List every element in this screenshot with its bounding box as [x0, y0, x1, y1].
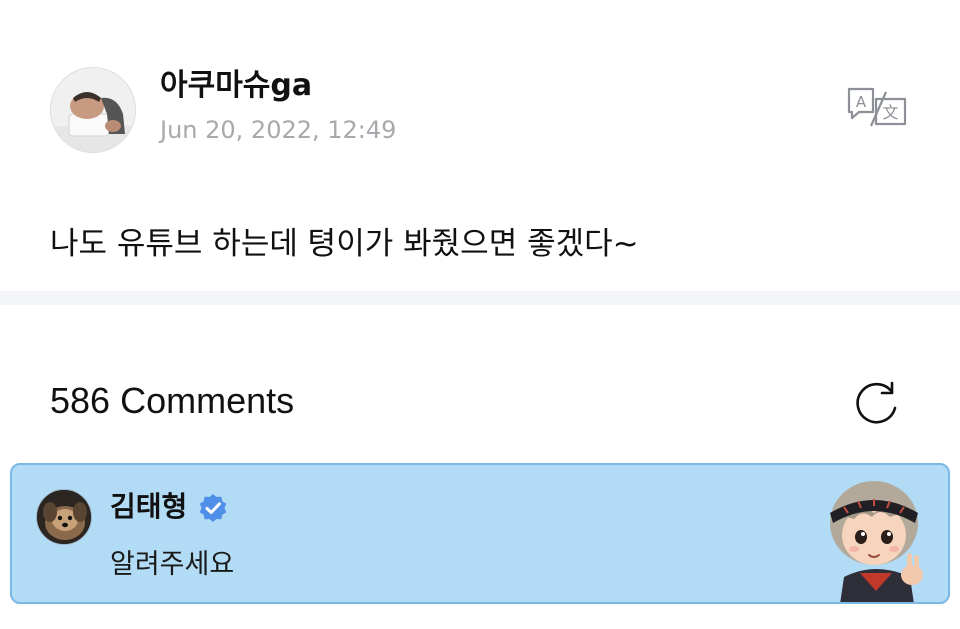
- comments-count: 586 Comments: [50, 380, 295, 421]
- refresh-button[interactable]: [852, 378, 902, 428]
- refresh-icon: [856, 381, 897, 424]
- svg-text:A: A: [856, 93, 867, 111]
- author-name[interactable]: 아쿠마슈ga: [160, 68, 312, 104]
- section-divider: [0, 291, 960, 305]
- translate-button[interactable]: A 文: [846, 86, 908, 128]
- character-sticker: [814, 473, 940, 602]
- commenter-name[interactable]: 김태형: [110, 489, 187, 525]
- user-photo-avatar-icon: [51, 68, 135, 152]
- verified-check-icon: [199, 494, 227, 522]
- dog-photo-avatar-icon: [37, 490, 91, 544]
- translate-icon: A 文: [847, 87, 907, 127]
- commenter-avatar[interactable]: [36, 489, 92, 545]
- post-timestamp: Jun 20, 2022, 12:49: [160, 116, 397, 144]
- post-header: 아쿠마슈ga Jun 20, 2022, 12:49 A 文: [0, 0, 960, 180]
- author-avatar[interactable]: [50, 67, 136, 153]
- verified-badge: [197, 492, 229, 524]
- svg-text:文: 文: [882, 103, 898, 122]
- post-text: 나도 유튜브 하는데 텽이가 봐줬으면 좋겠다~: [50, 226, 639, 262]
- highlighted-comment[interactable]: 김태형 알려주세요: [10, 463, 950, 604]
- comment-text: 알려주세요: [110, 549, 235, 580]
- character-sticker-icon: [830, 481, 923, 602]
